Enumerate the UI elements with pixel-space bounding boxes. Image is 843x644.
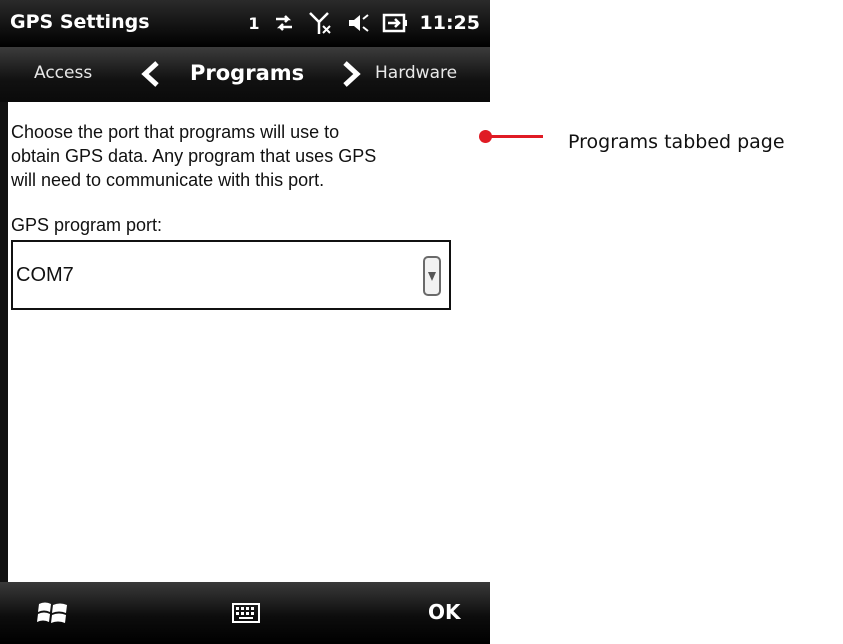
- tab-programs[interactable]: Programs: [190, 61, 304, 85]
- status-bar: GPS Settings 1 11:25: [0, 0, 490, 47]
- chevron-right-icon[interactable]: [333, 57, 367, 91]
- port-dropdown[interactable]: COM7: [11, 240, 451, 310]
- chevron-left-icon[interactable]: [135, 57, 169, 91]
- windows-start-icon[interactable]: [36, 596, 70, 630]
- status-icons[interactable]: 1 11:25: [248, 8, 480, 38]
- ok-button[interactable]: OK: [428, 600, 461, 624]
- menu-bar: OK: [0, 582, 490, 644]
- signal-off-icon: [308, 12, 331, 34]
- left-frame: [0, 102, 8, 582]
- notification-count: 1: [248, 13, 260, 33]
- clock: 11:25: [419, 12, 480, 34]
- tab-access[interactable]: Access: [34, 63, 92, 83]
- battery-charging-icon: [382, 13, 407, 33]
- callout-label: Programs tabbed page: [568, 131, 785, 153]
- data-sync-icon: [275, 15, 292, 31]
- device-screen: GPS Settings 1 11:25 Access Programs Har…: [0, 0, 490, 644]
- programs-page: Choose the port that programs will use t…: [8, 102, 490, 582]
- tab-hardware[interactable]: Hardware: [375, 63, 457, 83]
- port-label: GPS program port:: [11, 215, 163, 235]
- tab-strip: Access Programs Hardware: [0, 47, 490, 102]
- keyboard-icon[interactable]: [232, 602, 260, 624]
- volume-icon: [348, 14, 369, 32]
- port-value: COM7: [16, 264, 74, 286]
- dropdown-arrow-icon[interactable]: [423, 256, 441, 296]
- app-title: GPS Settings: [10, 11, 150, 33]
- page-description: Choose the port that programs will use t…: [11, 122, 377, 190]
- callout-line: [483, 135, 543, 138]
